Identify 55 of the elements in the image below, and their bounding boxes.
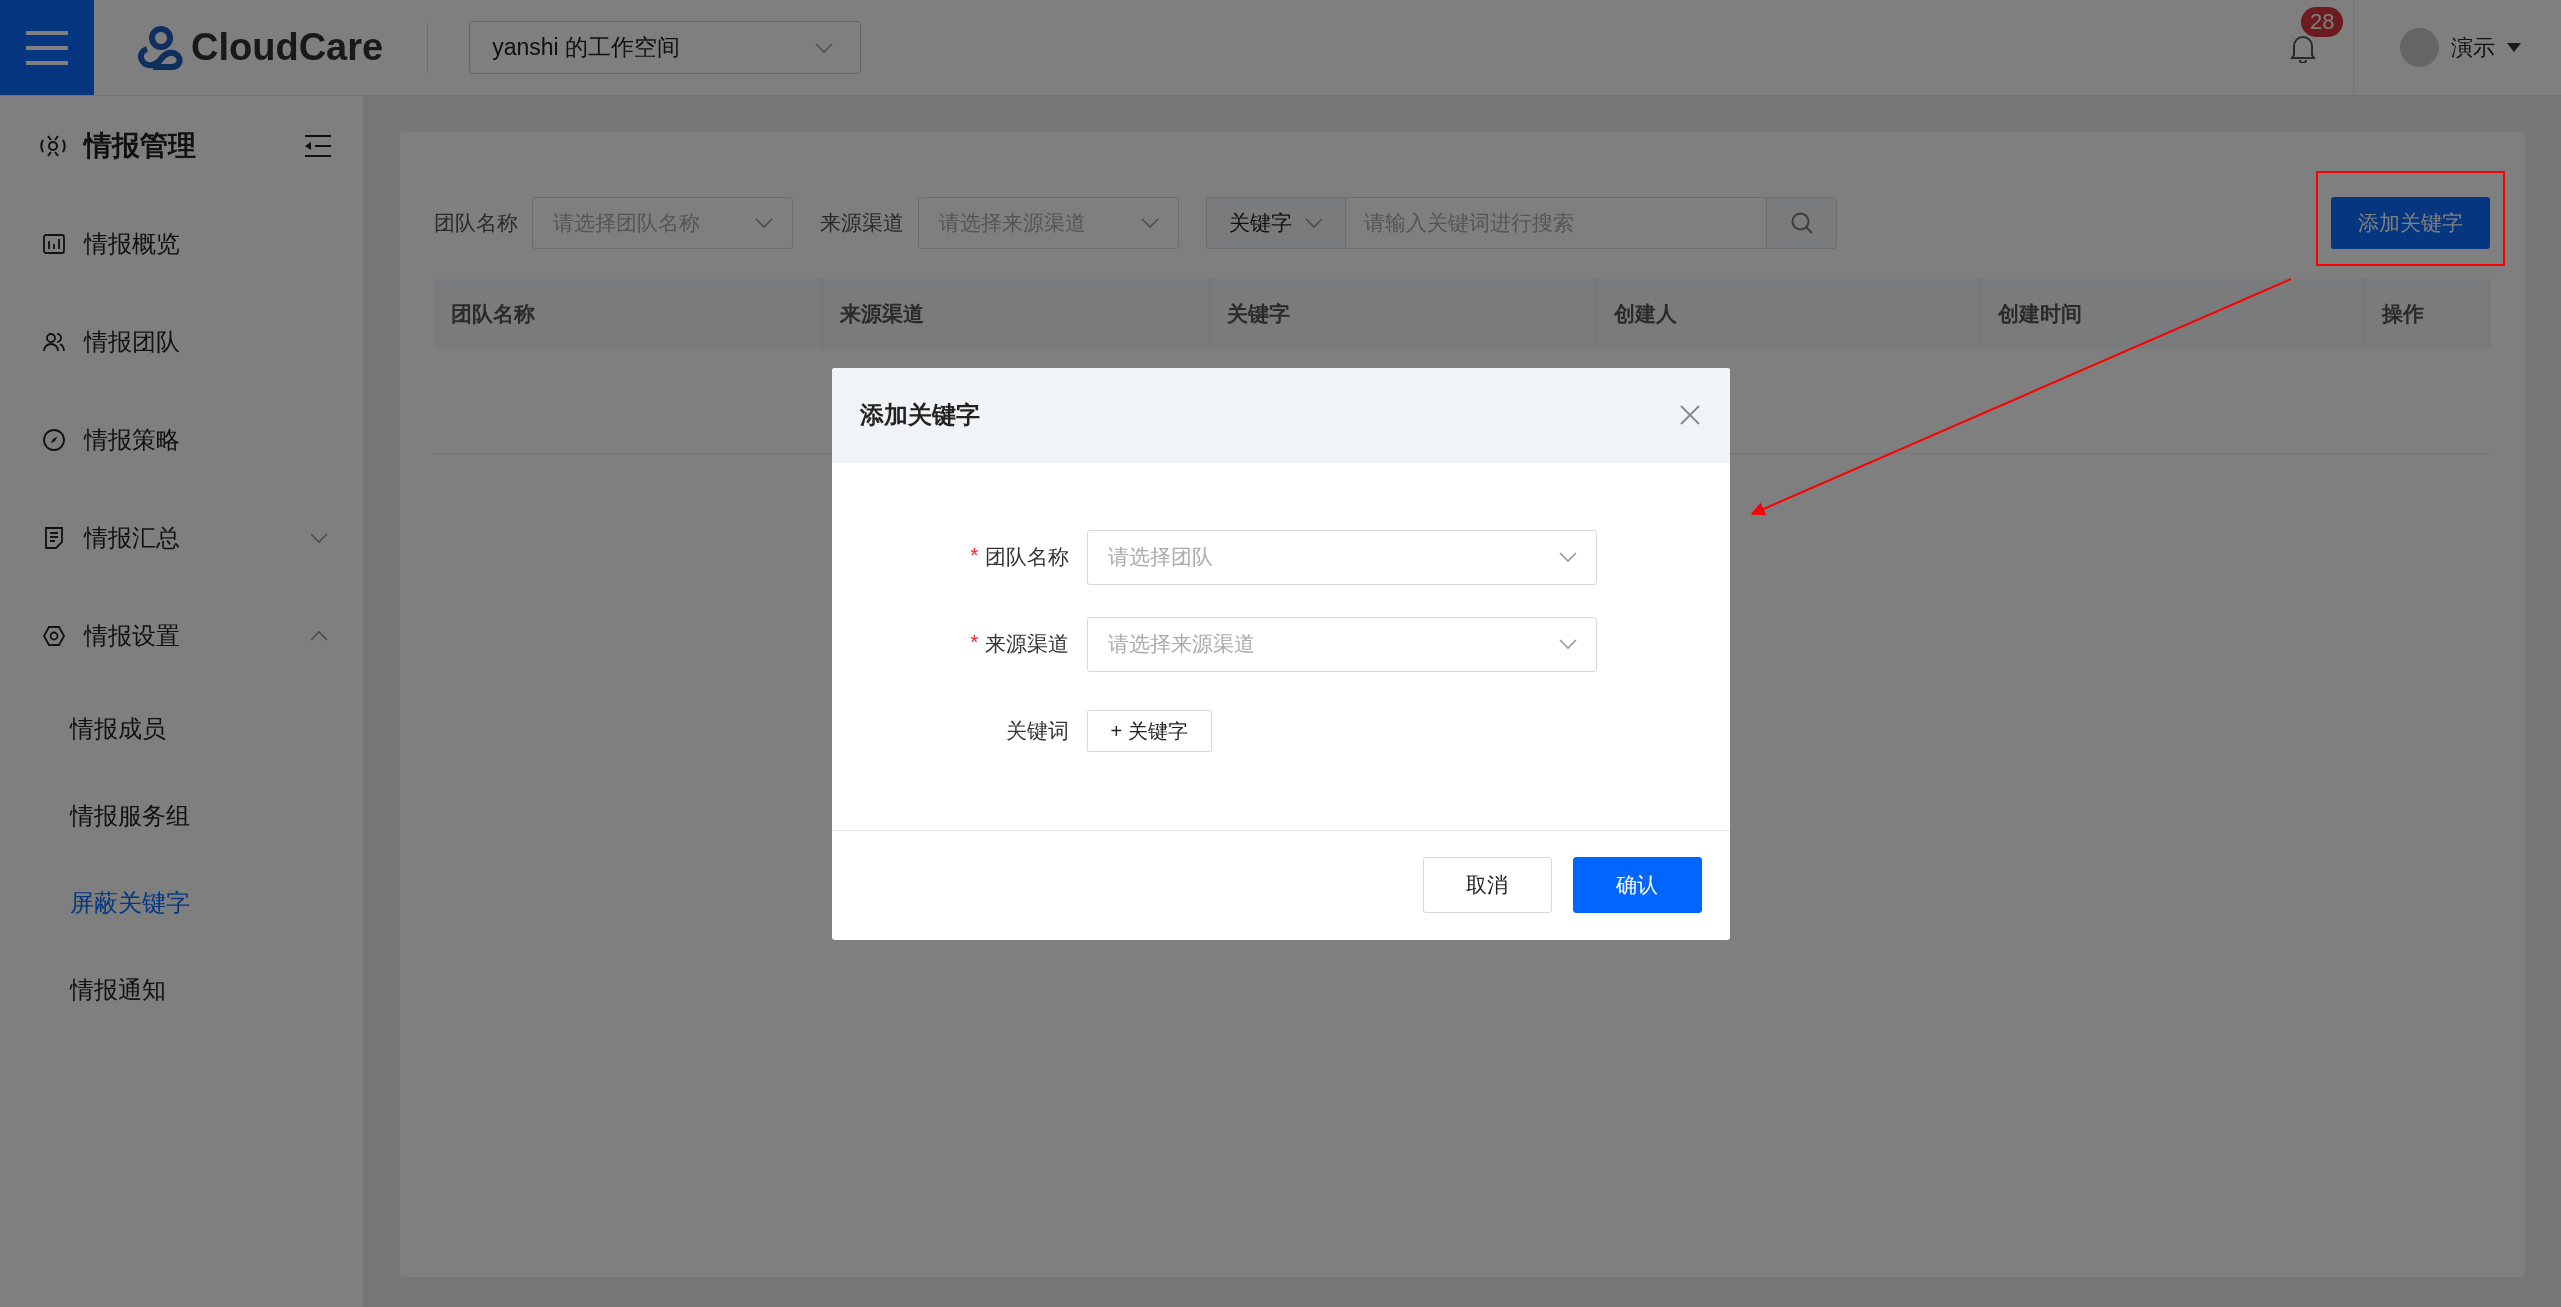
field-label: 来源渠道 <box>984 631 1069 657</box>
notification-badge: 28 <box>2301 6 2344 37</box>
logo-text: CloudCare <box>191 26 384 69</box>
add-keyword-tag-button[interactable]: + 关键字 <box>1086 710 1212 752</box>
dialog-title: 添加关键字 <box>859 400 980 430</box>
workspace-select[interactable]: yanshi 的工作空间 <box>469 21 862 74</box>
hexagon-settings-icon <box>42 624 66 648</box>
bar-chart-icon <box>42 232 66 256</box>
sidebar-item[interactable]: 情报设置 <box>0 587 363 685</box>
sidebar-item[interactable]: 情报策略 <box>0 391 363 489</box>
search-icon <box>1789 211 1814 235</box>
search-button[interactable] <box>1766 197 1837 249</box>
confirm-button[interactable]: 确认 <box>1572 857 1702 913</box>
collapse-icon[interactable] <box>303 134 333 158</box>
column-header: 操作 <box>2365 279 2490 349</box>
sidebar-item[interactable]: 情报概览 <box>0 195 363 293</box>
menu-icon <box>24 29 70 66</box>
add-keyword-button[interactable]: 添加关键字 <box>2331 197 2490 249</box>
chevron-down-icon <box>1303 217 1324 229</box>
column-header: 团队名称 <box>434 279 823 349</box>
required-mark: * <box>970 543 979 568</box>
sidebar-subitem[interactable]: 情报通知 <box>0 946 363 1033</box>
column-header: 来源渠道 <box>823 279 1210 349</box>
required-mark: * <box>970 630 979 655</box>
sidebar-subitem[interactable]: 屏蔽关键字 <box>0 859 363 946</box>
sidebar-subitem[interactable]: 情报成员 <box>0 685 363 772</box>
field-label: 关键词 <box>1005 718 1069 744</box>
chevron-down-icon <box>814 41 835 54</box>
chevron-down-icon <box>1557 551 1578 563</box>
compass-icon <box>42 428 66 452</box>
column-header: 关键字 <box>1210 279 1597 349</box>
column-header: 创建人 <box>1597 279 1981 349</box>
document-icon <box>42 526 66 550</box>
sidebar-subitem[interactable]: 情报服务组 <box>0 772 363 859</box>
column-header: 创建时间 <box>1981 279 2365 349</box>
sidebar-item[interactable]: 情报团队 <box>0 293 363 391</box>
chevron-down-icon <box>1557 638 1578 650</box>
chevron-up-icon <box>309 630 329 642</box>
sidebar-title: 情报管理 <box>84 129 197 163</box>
chevron-down-icon <box>309 532 329 544</box>
cloud-logo-icon <box>137 24 185 71</box>
filter-label: 团队名称 <box>434 210 518 236</box>
chevron-down-icon <box>754 217 774 229</box>
chevron-down-icon <box>1140 217 1160 229</box>
close-icon <box>1679 405 1700 425</box>
sidebar-item[interactable]: 情报汇总 <box>0 489 363 587</box>
radar-icon <box>40 134 66 158</box>
field-label: 团队名称 <box>984 544 1069 570</box>
search-scope-select[interactable]: 关键字 <box>1206 197 1346 249</box>
user-name[interactable]: 演示 <box>2451 32 2495 63</box>
users-icon <box>42 330 66 354</box>
filter-label: 来源渠道 <box>820 210 904 236</box>
menu-button[interactable] <box>0 0 94 95</box>
caret-icon <box>2507 43 2521 52</box>
cancel-button[interactable]: 取消 <box>1422 857 1552 913</box>
